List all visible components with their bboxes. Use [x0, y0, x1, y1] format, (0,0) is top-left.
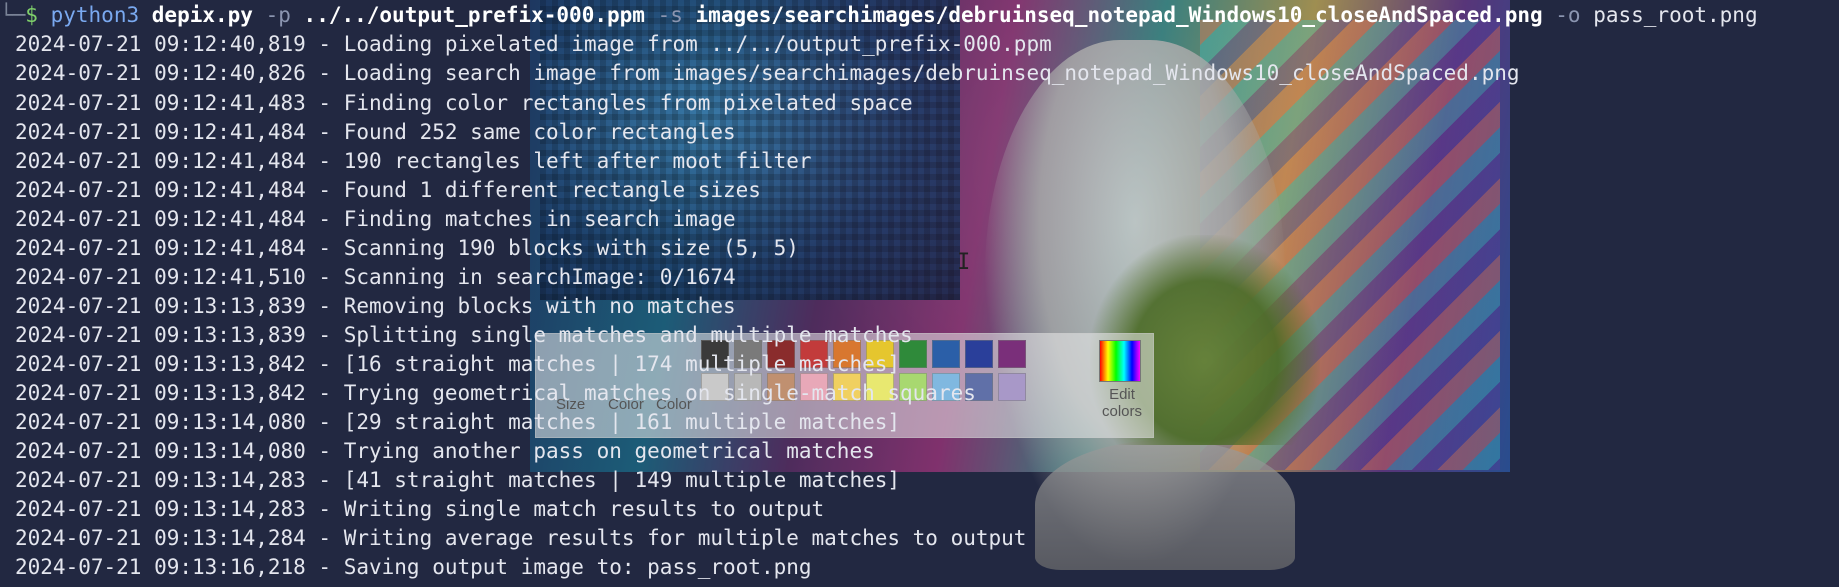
log-line: 2024-07-21 09:12:41,484 - Scanning 190 b…: [15, 236, 799, 260]
log-line: 2024-07-21 09:13:13,839 - Removing block…: [15, 294, 736, 318]
text-cursor-icon: I: [957, 250, 971, 275]
log-line: 2024-07-21 09:12:41,484 - Finding matche…: [15, 207, 736, 231]
log-line: 2024-07-21 09:13:13,842 - [16 straight m…: [15, 352, 901, 376]
flag-p: -p: [265, 3, 291, 27]
log-line: 2024-07-21 09:13:14,080 - Trying another…: [15, 439, 875, 463]
palette-swatch: [998, 373, 1026, 401]
output-path-arg: pass_root.png: [1593, 3, 1758, 27]
log-line: 2024-07-21 09:12:41,483 - Finding color …: [15, 91, 913, 115]
prompt-line: └─$ python3 depix.py -p ../../output_pre…: [0, 1, 1758, 30]
log-line: 2024-07-21 09:12:41,484 - Found 1 differ…: [15, 178, 761, 202]
log-line: 2024-07-21 09:13:16,218 - Saving output …: [15, 555, 812, 579]
flag-s: -s: [657, 3, 683, 27]
log-line: 2024-07-21 09:13:13,839 - Splitting sing…: [15, 323, 913, 347]
log-line: 2024-07-21 09:12:41,484 - 190 rectangles…: [15, 149, 812, 173]
script-name: depix.py: [151, 3, 253, 27]
log-line: 2024-07-21 09:12:41,484 - Found 252 same…: [15, 120, 736, 144]
log-line: 2024-07-21 09:13:13,842 - Trying geometr…: [15, 381, 976, 405]
palette-swatch: [965, 340, 993, 368]
log-line: 2024-07-21 09:12:40,826 - Loading search…: [15, 61, 1520, 85]
wallpaper-fern: [1090, 235, 1320, 445]
prompt-symbol: $: [25, 3, 38, 27]
palette-swatch: [998, 340, 1026, 368]
log-line: 2024-07-21 09:13:14,080 - [29 straight m…: [15, 410, 901, 434]
log-line: 2024-07-21 09:13:14,283 - [41 straight m…: [15, 468, 901, 492]
log-line: 2024-07-21 09:13:14,283 - Writing single…: [15, 497, 825, 521]
pixelated-path-arg: ../../output_prefix-000.ppm: [303, 3, 645, 27]
search-path-arg: images/searchimages/debruinseq_notepad_W…: [695, 3, 1543, 27]
command-name: python3: [50, 3, 140, 27]
terminal-window[interactable]: Size Color Color Edit colors └─$ python3…: [0, 0, 1839, 587]
prompt-corner: └─: [0, 3, 26, 27]
log-line: 2024-07-21 09:12:40,819 - Loading pixela…: [15, 32, 1052, 56]
wallpaper-statue-bust: [985, 40, 1285, 560]
log-line: 2024-07-21 09:12:41,510 - Scanning in se…: [15, 265, 736, 289]
edit-colors-icon: [1099, 340, 1141, 382]
wallpaper-statue-base: [1035, 440, 1295, 570]
flag-o: -o: [1555, 3, 1581, 27]
palette-swatch: [932, 340, 960, 368]
palette-label-edit-colors: Edit colors: [1101, 386, 1142, 420]
log-line: 2024-07-21 09:13:14,284 - Writing averag…: [15, 526, 1027, 550]
